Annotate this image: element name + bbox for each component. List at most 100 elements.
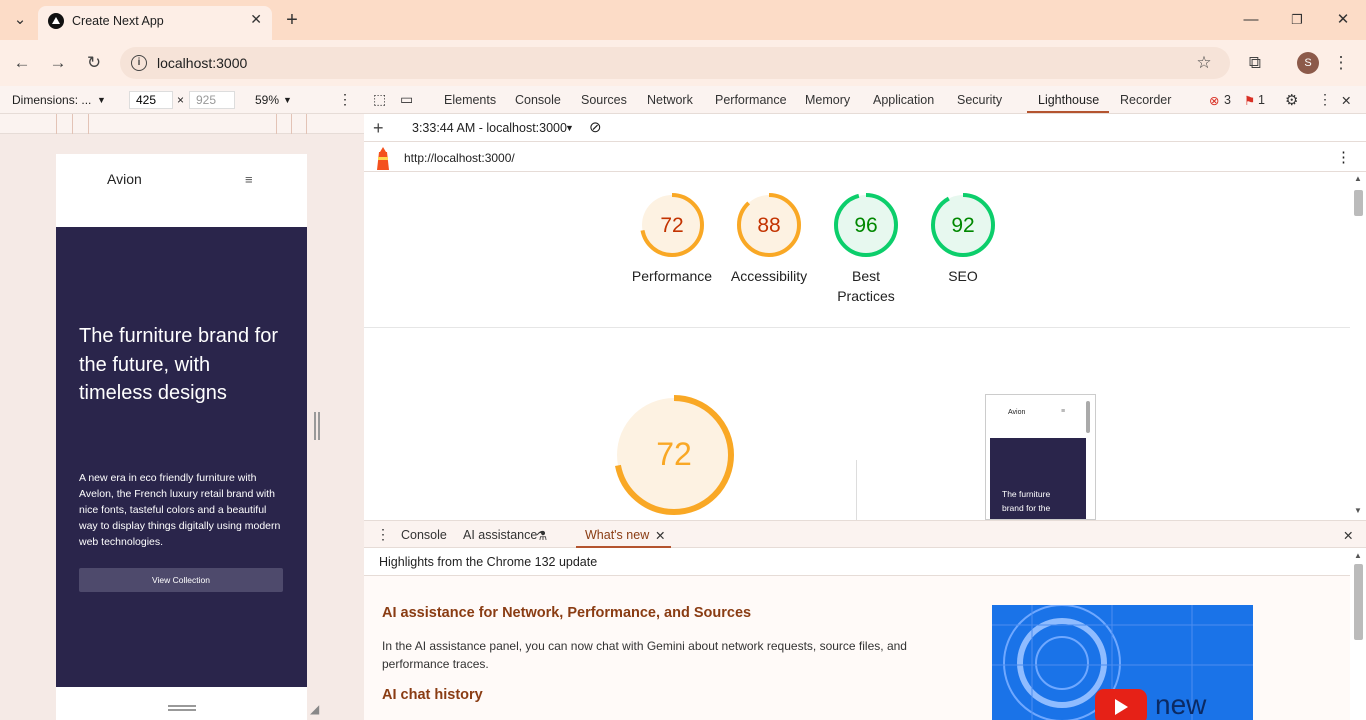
devtools-tab-bar: ⬚ ▭ Elements Console Sources Network Per… <box>364 86 1366 114</box>
score-label: Accessibility <box>730 268 808 284</box>
reload-icon[interactable]: ↻ <box>81 50 107 76</box>
lighthouse-report: 72 Performance 88 Accessibility 96 Best Pract… <box>364 172 1350 520</box>
score-gauge-best-practices[interactable]: 96 Best Practices <box>820 191 912 306</box>
error-count[interactable]: 3 <box>1224 93 1231 107</box>
site-logo[interactable]: Avion <box>107 171 142 187</box>
hero-heading: The furniture brand for the future, with… <box>79 325 278 404</box>
report-split-line <box>856 460 857 520</box>
close-drawer-icon[interactable]: ✕ <box>1343 528 1353 543</box>
whats-new-title: Highlights from the Chrome 132 update <box>379 555 598 569</box>
scroll-up-icon[interactable]: ▲ <box>1354 174 1362 183</box>
report-selector[interactable]: 3:33:44 AM - localhost:3000 <box>412 121 567 135</box>
tab-network[interactable]: Network <box>647 93 693 107</box>
emulated-page: Avion ≡ The furniture brand for the futu… <box>56 154 307 720</box>
inspect-element-icon[interactable]: ⬚ <box>373 91 386 108</box>
report-menu-icon[interactable]: ⋮ <box>1336 148 1351 166</box>
report-scroll-thumb[interactable] <box>1354 190 1363 216</box>
tab-console[interactable]: Console <box>515 93 561 107</box>
section-title-ai-assistance[interactable]: AI assistance for Network, Performance, … <box>382 605 751 621</box>
site-info-icon[interactable]: i <box>131 55 147 71</box>
resize-handle-right[interactable] <box>314 412 320 440</box>
close-whats-new-icon[interactable]: ✕ <box>655 528 665 543</box>
device-more-icon[interactable]: ⋮ <box>338 91 352 108</box>
close-devtools-icon[interactable]: ✕ <box>1341 93 1351 108</box>
score-label: SEO <box>948 268 978 284</box>
media-query-ruler[interactable] <box>0 114 364 134</box>
score-gauge-accessibility[interactable]: 88 Accessibility <box>723 191 815 286</box>
tab-lighthouse[interactable]: Lighthouse <box>1038 93 1099 107</box>
back-icon[interactable]: ← <box>9 50 35 76</box>
score-label: Performance <box>631 268 713 284</box>
resize-corner-icon[interactable]: ◢ <box>310 702 319 716</box>
device-toolbar: Dimensions: ... ▼ × 59% ▼ ⋮ <box>0 86 364 114</box>
final-screenshot-thumbnail[interactable]: Avion ≡ The furniture brand for the futu… <box>985 394 1096 520</box>
score-gauge-performance[interactable]: 72 Performance <box>626 191 718 286</box>
drawer-tab-whats-new[interactable]: What's new <box>585 528 649 542</box>
clear-reports-icon[interactable]: ⊘ <box>589 118 602 136</box>
tab-performance[interactable]: Performance <box>715 93 787 107</box>
youtube-play-icon[interactable] <box>1095 689 1147 720</box>
zoom-select[interactable]: 59% <box>255 93 279 107</box>
address-text[interactable]: localhost:3000 <box>157 55 247 71</box>
close-tab-icon[interactable]: ✕ <box>250 11 262 28</box>
title-bar: ⌄ Create Next App ✕ + — ❐ ✕ <box>0 0 1366 40</box>
scroll-down-icon[interactable]: ▼ <box>1354 506 1362 515</box>
times-sign: × <box>177 93 185 107</box>
devtools-more-icon[interactable]: ⋮ <box>1318 91 1332 108</box>
tab-application[interactable]: Application <box>873 93 934 107</box>
report-scrollbar[interactable]: ▲ ▼ <box>1350 172 1366 520</box>
view-collection-button[interactable]: View Collection <box>79 568 283 592</box>
extensions-icon[interactable]: ⧉ <box>1242 50 1268 76</box>
restore-icon[interactable]: ❐ <box>1285 8 1309 32</box>
settings-gear-icon[interactable]: ⚙ <box>1285 91 1298 109</box>
report-dropdown-icon[interactable]: ▼ <box>565 123 574 133</box>
score-gauge-seo[interactable]: 92 SEO <box>917 191 1009 286</box>
warning-count[interactable]: 1 <box>1258 93 1265 107</box>
zoom-dropdown-icon[interactable]: ▼ <box>283 95 292 105</box>
bookmark-star-icon[interactable]: ☆ <box>1191 50 1217 76</box>
whats-new-video[interactable]: new <box>992 605 1253 720</box>
active-tab-indicator <box>1027 111 1109 113</box>
tab-sources[interactable]: Sources <box>581 93 627 107</box>
new-report-icon[interactable]: + <box>373 118 384 139</box>
score-value: 92 <box>951 214 974 237</box>
browser-tab[interactable]: Create Next App ✕ <box>38 6 272 40</box>
nextjs-favicon-icon <box>48 13 64 29</box>
error-icon[interactable]: ⊗ <box>1209 93 1219 108</box>
dimensions-dropdown-icon[interactable]: ▼ <box>97 95 106 105</box>
tab-memory[interactable]: Memory <box>805 93 850 107</box>
device-height-input[interactable] <box>189 91 235 109</box>
resize-handle-bottom[interactable] <box>168 705 196 711</box>
score-value: 88 <box>757 214 780 237</box>
thumbnail-menu-icon: ≡ <box>1061 408 1066 415</box>
browser-menu-icon[interactable]: ⋮ <box>1328 50 1354 76</box>
drawer-scrollbar[interactable]: ▲ <box>1350 548 1366 720</box>
device-toggle-icon[interactable]: ▭ <box>400 91 413 108</box>
close-window-icon[interactable]: ✕ <box>1331 8 1355 32</box>
address-bar[interactable]: i localhost:3000 <box>120 47 1230 79</box>
main-score-value: 72 <box>656 436 692 472</box>
drawer-tab-ai-assistance[interactable]: AI assistance <box>463 528 537 542</box>
drawer-scroll-up-icon[interactable]: ▲ <box>1354 551 1362 560</box>
lighthouse-logo-icon <box>374 146 392 170</box>
device-width-input[interactable] <box>129 91 173 109</box>
forward-icon[interactable]: → <box>45 50 71 76</box>
hero-section: The furniture brand for the future, with… <box>56 227 307 687</box>
drawer-scroll-thumb[interactable] <box>1354 564 1363 640</box>
report-url[interactable]: http://localhost:3000/ <box>404 151 515 165</box>
drawer-tab-console[interactable]: Console <box>401 528 447 542</box>
hamburger-icon[interactable]: ≡ <box>245 172 253 187</box>
tab-security[interactable]: Security <box>957 93 1002 107</box>
profile-avatar[interactable]: S <box>1297 52 1319 74</box>
section-title-ai-chat-history[interactable]: AI chat history <box>382 687 483 703</box>
dimensions-select[interactable]: Dimensions: ... <box>12 93 91 107</box>
main-performance-gauge[interactable]: 72 <box>611 392 737 520</box>
hero-text: A new era in eco friendly furniture with… <box>79 472 281 548</box>
tab-elements[interactable]: Elements <box>444 93 496 107</box>
minimize-icon[interactable]: — <box>1239 8 1263 32</box>
warning-icon[interactable]: ⚑ <box>1244 93 1255 108</box>
tab-search-icon[interactable]: ⌄ <box>8 8 32 32</box>
new-tab-icon[interactable]: + <box>280 8 304 32</box>
drawer-more-icon[interactable]: ⋮ <box>376 526 390 543</box>
tab-recorder[interactable]: Recorder <box>1120 93 1171 107</box>
